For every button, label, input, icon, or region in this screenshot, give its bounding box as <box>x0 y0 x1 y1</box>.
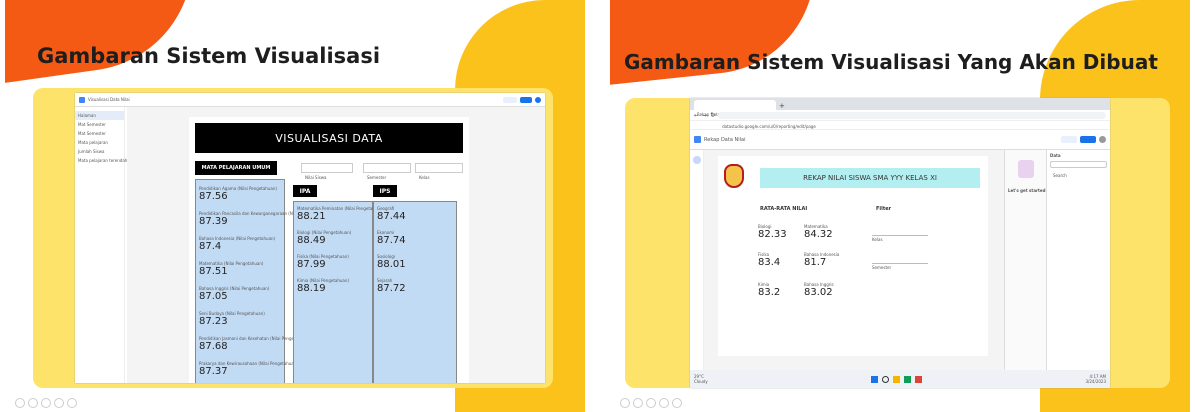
clock[interactable]: 4:17 AM 3/24/2023 <box>1085 374 1106 384</box>
metric-value: 87.23 <box>199 316 228 327</box>
app-icon[interactable] <box>915 375 923 383</box>
umum-label: MATA PELAJARAN UMUM <box>195 161 277 175</box>
metric-value: 84.32 <box>804 229 833 240</box>
metric-value: 87.74 <box>377 235 406 246</box>
ips-panel: Geografi 87.44 Ekonomi 87.74 Sosiologi 88.0… <box>373 201 457 383</box>
browser-window: Rekap Data Nilai - Rekap Nilai + ← → ↻ d… <box>690 98 1110 388</box>
metric-value: 87.72 <box>377 283 406 294</box>
metric-value: 87.68 <box>199 341 228 352</box>
app-logo-icon <box>694 136 701 143</box>
app-logo-icon <box>79 96 85 103</box>
share-button[interactable] <box>503 96 517 103</box>
weather-widget[interactable]: 29°C Cloudy <box>694 374 708 384</box>
filter-dropdown[interactable]: Semester <box>363 163 411 180</box>
sidebar-item[interactable]: Mat Semester <box>75 120 124 129</box>
report-page: VISUALISASI DATA MATA PELAJARAN UMUM Nil… <box>189 117 469 383</box>
filter-dropdown[interactable]: Semester <box>872 254 928 270</box>
sidebar-item[interactable]: Mata pelajaran <box>75 138 124 147</box>
app-icon[interactable] <box>904 375 912 383</box>
report-title-box: REKAP NILAI SISWA SMA YYY KELAS XI <box>760 168 980 188</box>
edit-button[interactable] <box>520 96 532 103</box>
browser-tabbar: Rekap Data Nilai - Rekap Nilai + <box>690 98 1110 117</box>
metric-value: 83.4 <box>758 257 781 268</box>
filter-dropdown[interactable]: Nilai Siswa <box>301 163 353 180</box>
app-icon[interactable] <box>893 375 901 383</box>
properties-panel: Let's get started <box>1004 150 1046 370</box>
windows-start-icon[interactable] <box>871 375 879 383</box>
metric-value: 88.19 <box>297 283 326 294</box>
report-title: VISUALISASI DATA <box>275 131 383 145</box>
filter-dropdown[interactable]: Kelas <box>872 226 928 242</box>
orange-blob <box>5 0 207 85</box>
slide-controls[interactable] <box>620 398 682 408</box>
right-slide: Gambaran Sistem Visualisasi Yang Akan Di… <box>610 0 1190 412</box>
data-panel-title: Data <box>1050 153 1061 158</box>
taskbar: 29°C Cloudy 4:17 AM 3/24/2023 <box>690 370 1110 388</box>
metric-value: 88.01 <box>377 259 406 270</box>
section-label: RATA-RATA NILAI <box>760 206 808 212</box>
slide-controls[interactable] <box>15 398 77 408</box>
back-icon[interactable]: ← <box>694 112 699 119</box>
metric-value: 83.2 <box>758 287 781 298</box>
url-field[interactable]: datastudio.google.com/u/0/reporting/edit… <box>718 111 1106 129</box>
sidebar-item[interactable]: Mata pelajaran terendah <box>75 156 127 165</box>
orange-blob <box>610 0 825 88</box>
left-slide: Gambaran Sistem Visualisasi Visualisasi … <box>5 0 585 412</box>
metric-value: 87.39 <box>199 216 228 227</box>
data-panel: Data Search <box>1046 150 1110 370</box>
metric-value: 87.4 <box>199 241 222 252</box>
filter-label: Filter <box>876 206 892 212</box>
metric-value: 87.37 <box>199 366 228 377</box>
sidebar: Halaman Mat Semester Mat Semester Mata p… <box>75 107 127 383</box>
metric-value: 87.44 <box>377 211 406 222</box>
forward-icon[interactable]: → <box>702 112 707 119</box>
filter-dropdown[interactable]: Kelas <box>415 163 463 180</box>
view-button[interactable] <box>1080 136 1096 143</box>
search-icon[interactable] <box>882 375 890 383</box>
report-header: VISUALISASI DATA <box>195 123 463 153</box>
metric-value: 87.51 <box>199 266 228 277</box>
report-canvas: REKAP NILAI SISWA SMA YYY KELAS XI RATA-… <box>704 150 1004 370</box>
report-title: REKAP NILAI SISWA SMA YYY KELAS XI <box>803 174 937 182</box>
slide-title: Gambaran Sistem Visualisasi Yang Akan Di… <box>624 50 1158 74</box>
metric-value: 87.05 <box>199 291 228 302</box>
avatar[interactable] <box>535 96 541 103</box>
metric-value: 82.33 <box>758 229 787 240</box>
school-logo <box>724 164 744 188</box>
share-button[interactable] <box>1061 136 1077 143</box>
new-tab-icon[interactable]: + <box>779 102 785 110</box>
sidebar-item[interactable]: Mat Semester <box>75 129 124 138</box>
ipa-panel: Matematika Peminatan (Nilai Pengetahuan)… <box>293 201 384 383</box>
avatar[interactable] <box>1099 136 1106 143</box>
left-rail <box>690 150 704 370</box>
ips-label: IPS <box>373 185 397 197</box>
app-header: Visualisasi Data Nilai <box>75 93 545 107</box>
ipa-label: IPA <box>293 185 317 197</box>
report-canvas: VISUALISASI DATA MATA PELAJARAN UMUM Nil… <box>127 107 545 383</box>
metric-value: 88.21 <box>297 211 326 222</box>
sidebar-item[interactable]: Halaman <box>75 111 124 120</box>
page-icon[interactable] <box>693 156 701 164</box>
metric-value: 87.56 <box>199 191 228 202</box>
panel-heading: Let's get started <box>1008 188 1046 193</box>
slide-title: Gambaran Sistem Visualisasi <box>37 44 381 68</box>
umum-panel: Pendidikan Agama (Nilai Pengetahuan) 87.5… <box>195 179 328 383</box>
search-input[interactable]: Search <box>1050 161 1107 178</box>
report-page: REKAP NILAI SISWA SMA YYY KELAS XI RATA-… <box>718 156 988 356</box>
reload-icon[interactable]: ↻ <box>710 112 715 119</box>
metric-value: 83.02 <box>804 287 833 298</box>
app-toolbar: Rekap Data Nilai <box>690 130 1110 150</box>
metric-value: 87.99 <box>297 259 326 270</box>
app-name: Rekap Data Nilai <box>704 136 746 143</box>
address-bar: ← → ↻ datastudio.google.com/u/0/reportin… <box>690 110 1110 129</box>
chart-illustration <box>1017 160 1034 178</box>
metric-value: 88.49 <box>297 235 326 246</box>
metric-value: 81.7 <box>804 257 827 268</box>
app-window: Visualisasi Data Nilai Halaman Mat Semes… <box>75 93 545 383</box>
browser-tab[interactable]: Rekap Data Nilai - Rekap Nilai <box>694 100 776 117</box>
sidebar-item[interactable]: Jumlah Siswa <box>75 147 124 156</box>
app-name: Visualisasi Data Nilai <box>88 97 130 102</box>
